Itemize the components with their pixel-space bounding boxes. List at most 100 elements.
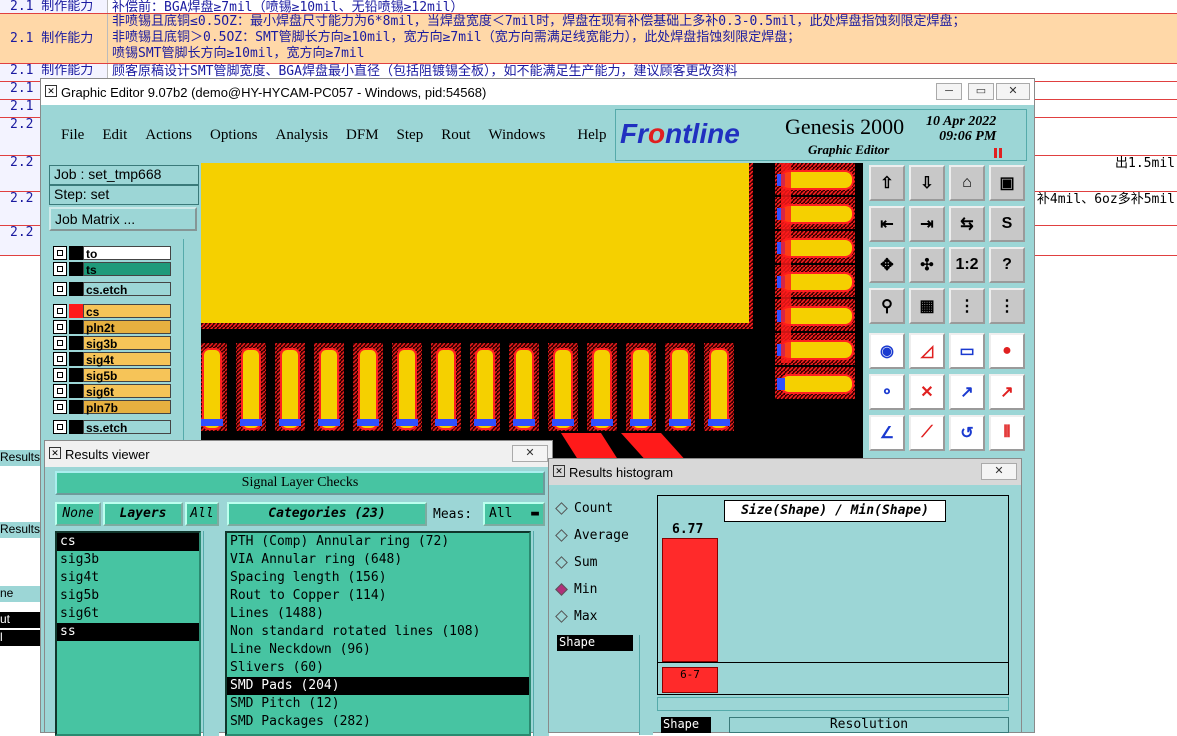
results-category-scrollbar[interactable]: [533, 531, 549, 736]
stat-option-sum[interactable]: Sum: [555, 555, 597, 570]
home-icon[interactable]: ⌂: [949, 165, 985, 201]
results-category-item[interactable]: SMD Pads (204): [227, 677, 529, 695]
results-layer-item[interactable]: sig3b: [57, 551, 199, 569]
results-category-item[interactable]: Spacing length (156): [227, 569, 529, 587]
results-category-item[interactable]: VIA Annular ring (648): [227, 551, 529, 569]
scale-icon[interactable]: 1:2: [949, 247, 985, 283]
zoom-in-icon[interactable]: ⇧: [869, 165, 905, 201]
stat-option-count[interactable]: Count: [555, 501, 613, 516]
shape-column-header[interactable]: Shape: [661, 717, 711, 733]
graphic-editor-titlebar[interactable]: ✕ Graphic Editor 9.07b2 (demo@HY-HYCAM-P…: [41, 79, 1034, 105]
window-menu-icon[interactable]: ✕: [45, 85, 57, 97]
results-category-item[interactable]: SMD Pitch (12): [227, 695, 529, 713]
window-menu-icon[interactable]: ✕: [49, 447, 61, 459]
results-layer-item[interactable]: ss: [57, 623, 199, 641]
close-button[interactable]: ✕: [996, 83, 1030, 100]
results-histogram-titlebar[interactable]: ✕ Results histogram ✕: [549, 459, 1021, 485]
draw-line-icon[interactable]: ∠: [869, 415, 905, 451]
circle-icon[interactable]: ●: [989, 333, 1025, 369]
pin-icon[interactable]: ↗: [949, 374, 985, 410]
stat-option-min[interactable]: Min: [555, 582, 597, 597]
layer-ss.etch[interactable]: ss.etch: [51, 419, 171, 435]
results-layer-item[interactable]: cs: [57, 533, 199, 551]
results-layer-item[interactable]: sig6t: [57, 605, 199, 623]
job-matrix-button[interactable]: Job Matrix ...: [49, 207, 197, 231]
layer-checkbox[interactable]: [53, 304, 67, 318]
meas-select[interactable]: All ▬: [483, 502, 545, 526]
layer-checkbox[interactable]: [53, 420, 67, 434]
all-button[interactable]: All: [185, 502, 219, 526]
results-layer-item[interactable]: sig5b: [57, 587, 199, 605]
categories-button[interactable]: Categories (23): [227, 502, 427, 526]
none-button[interactable]: None: [55, 502, 101, 526]
fit-icon[interactable]: ✥: [869, 247, 905, 283]
swap-icon[interactable]: ⇆: [949, 206, 985, 242]
minimize-button[interactable]: ─: [936, 83, 962, 100]
layer-checkbox[interactable]: [53, 400, 67, 414]
layer-cs[interactable]: cs: [51, 303, 171, 319]
results-viewer-titlebar[interactable]: ✕ Results viewer ✕: [45, 441, 552, 467]
close-button[interactable]: ✕: [981, 463, 1017, 480]
results-layer-list[interactable]: cs sig3b sig4t sig5b sig6t ss: [55, 531, 201, 736]
results-category-item[interactable]: PTH (Comp) Annular ring (72): [227, 533, 529, 551]
zoom-out-icon[interactable]: ⇩: [909, 165, 945, 201]
resolution-column-header[interactable]: Resolution: [729, 717, 1009, 733]
stat-option-average[interactable]: Average: [555, 528, 629, 543]
bin-label[interactable]: 6-7: [662, 667, 718, 693]
layer-sig3b[interactable]: sig3b: [51, 335, 171, 351]
layer-sig6t[interactable]: sig6t: [51, 383, 171, 399]
layer-checkbox[interactable]: [53, 282, 67, 296]
center-icon[interactable]: ✣: [909, 247, 945, 283]
results-category-item[interactable]: Non standard rotated lines (108): [227, 623, 529, 641]
results-category-item[interactable]: SMD Packages (282): [227, 713, 529, 731]
connect-icon[interactable]: ⚬: [869, 374, 905, 410]
maximize-button[interactable]: ▭: [968, 83, 994, 100]
menu-dfm[interactable]: DFM: [346, 127, 379, 144]
menu-rout[interactable]: Rout: [441, 127, 470, 144]
measure-icon[interactable]: ⚲: [869, 288, 905, 324]
drc-icon[interactable]: ⋮: [949, 288, 985, 324]
menu-options[interactable]: Options: [210, 127, 258, 144]
layer-cs.etch[interactable]: cs.etch: [51, 281, 171, 297]
stat-option-max[interactable]: Max: [555, 609, 597, 624]
results-category-item[interactable]: Rout to Copper (114): [227, 587, 529, 605]
results-category-item[interactable]: Lines (1488): [227, 605, 529, 623]
results-category-list[interactable]: PTH (Comp) Annular ring (72) VIA Annular …: [225, 531, 531, 736]
menu-step[interactable]: Step: [397, 127, 424, 144]
menu-file[interactable]: File: [61, 127, 84, 144]
pad-add-icon[interactable]: ◉: [869, 333, 905, 369]
arc-icon[interactable]: ↺: [949, 415, 985, 451]
layer-checkbox[interactable]: [53, 368, 67, 382]
histogram-left-scrollbar[interactable]: [639, 635, 653, 735]
pause-icon[interactable]: [994, 148, 1002, 158]
route-icon[interactable]: ⟋: [909, 415, 945, 451]
shape-list-item[interactable]: Shape: [557, 635, 633, 651]
drc-alt-icon[interactable]: ⋮: [989, 288, 1025, 324]
ruler-icon[interactable]: ▭: [949, 333, 985, 369]
pan-right-icon[interactable]: ⇥: [909, 206, 945, 242]
layer-pln2t[interactable]: pln2t: [51, 319, 171, 335]
histogram-bar[interactable]: [662, 538, 718, 662]
menu-windows[interactable]: Windows: [488, 127, 545, 144]
net-icon[interactable]: ⫴: [989, 415, 1025, 451]
line-add-icon[interactable]: ◿: [909, 333, 945, 369]
layer-checkbox[interactable]: [53, 320, 67, 334]
layer-checkbox[interactable]: [53, 384, 67, 398]
layer-checkbox[interactable]: [53, 352, 67, 366]
layer-checkbox[interactable]: [53, 246, 67, 260]
histogram-hscrollbar[interactable]: [657, 697, 1009, 711]
window-menu-icon[interactable]: ✕: [553, 465, 565, 477]
results-layer-scrollbar[interactable]: [203, 531, 219, 736]
point-icon[interactable]: ↗: [989, 374, 1025, 410]
snap-icon[interactable]: S: [989, 206, 1025, 242]
layer-to[interactable]: to: [51, 245, 171, 261]
layers-button[interactable]: Layers: [103, 502, 183, 526]
pan-left-icon[interactable]: ⇤: [869, 206, 905, 242]
results-category-item[interactable]: Slivers (60): [227, 659, 529, 677]
menu-actions[interactable]: Actions: [145, 127, 192, 144]
window-icon[interactable]: ▣: [989, 165, 1025, 201]
layer-pln7b[interactable]: pln7b: [51, 399, 171, 415]
close-button[interactable]: ✕: [512, 445, 548, 462]
cross-icon[interactable]: ✕: [909, 374, 945, 410]
menu-help[interactable]: Help: [577, 127, 606, 144]
